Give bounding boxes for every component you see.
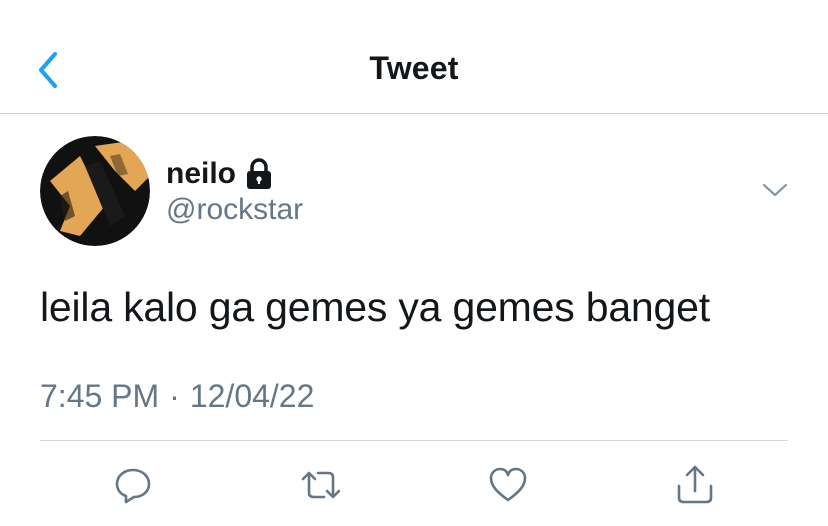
author-name-row[interactable]: neilo <box>166 154 274 194</box>
tweet-menu-button[interactable] <box>760 178 790 202</box>
tweet-timestamp: 7:45 PM · 12/04/22 <box>40 378 314 415</box>
lock-icon <box>244 157 274 191</box>
share-icon <box>677 465 713 504</box>
avatar[interactable] <box>40 136 150 246</box>
like-button[interactable] <box>485 462 531 508</box>
like-icon <box>489 467 527 502</box>
retweet-button[interactable] <box>298 462 344 508</box>
timestamp-separator: · <box>169 378 180 414</box>
tweet-date: 12/04/22 <box>189 378 315 414</box>
tweet-time: 7:45 PM <box>40 378 160 414</box>
user-handle[interactable]: @rockstar <box>166 193 303 227</box>
retweet-icon <box>301 471 341 499</box>
divider <box>40 440 788 441</box>
display-name[interactable]: neilo <box>166 157 236 191</box>
chevron-down-icon <box>762 183 788 197</box>
reply-icon <box>115 468 151 504</box>
reply-button[interactable] <box>110 462 156 508</box>
top-bar: Tweet <box>0 0 828 114</box>
tweet-text: leila kalo ga gemes ya gemes banget <box>40 284 710 330</box>
page-title: Tweet <box>369 50 459 86</box>
share-button[interactable] <box>672 462 718 508</box>
